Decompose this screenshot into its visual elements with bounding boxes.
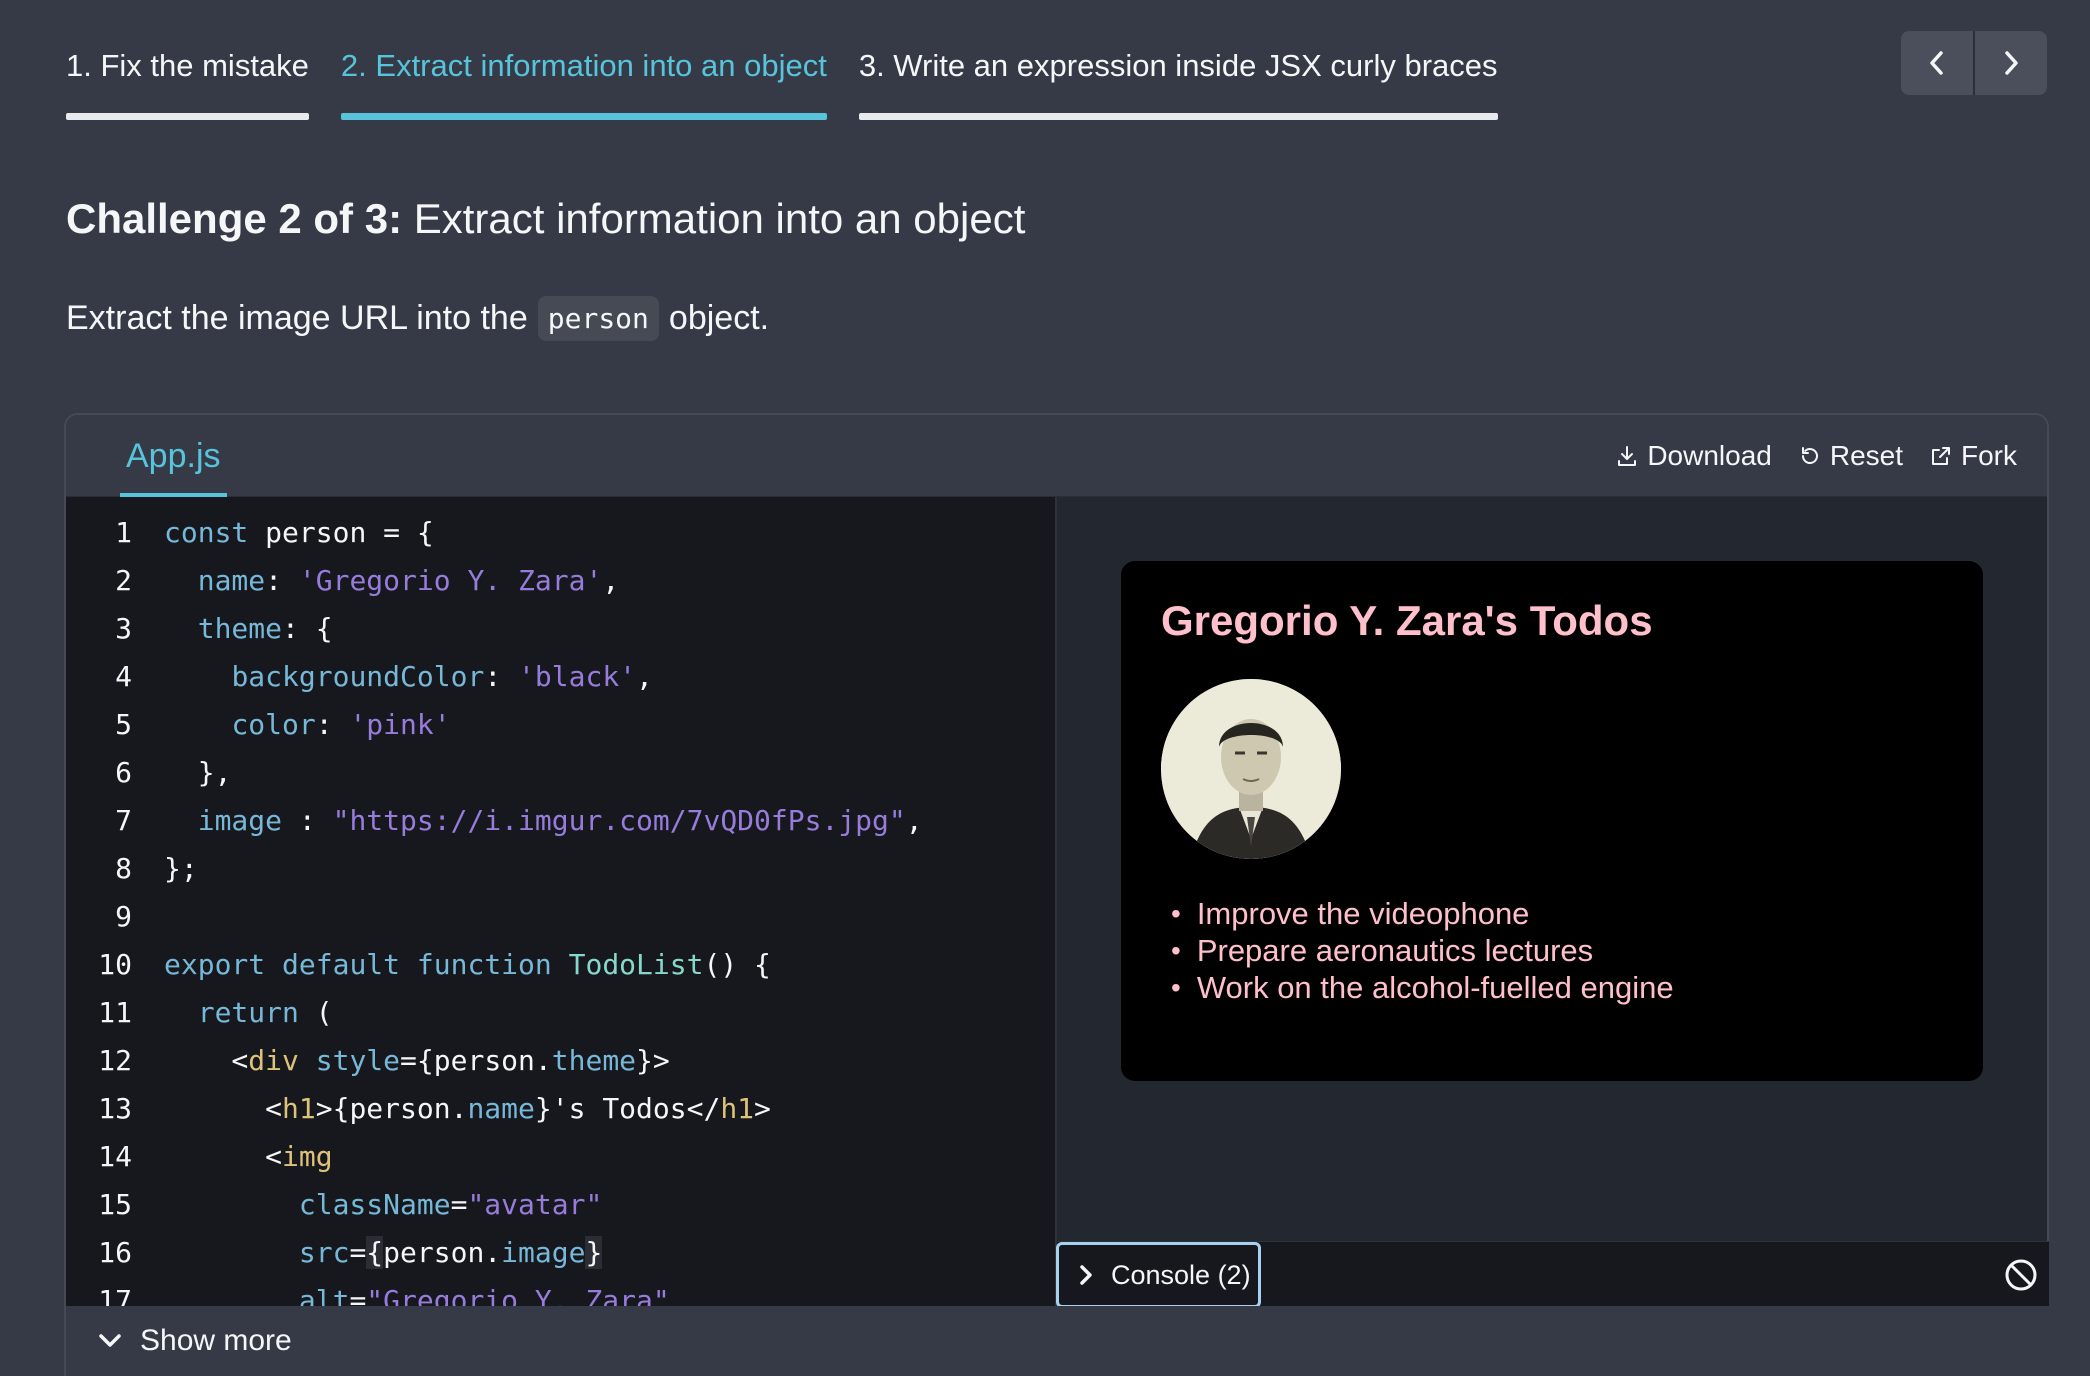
reset-icon <box>1801 447 1818 464</box>
code-line: 16 src={person.image} <box>98 1236 603 1269</box>
chevron-left-icon <box>1930 51 1943 75</box>
code-line: 11 return ( <box>98 996 333 1029</box>
challenge-title: Challenge 2 of 3: Extract information in… <box>66 195 1025 243</box>
reset-label: Reset <box>1829 440 1903 471</box>
code-line: 9 <box>115 900 132 933</box>
chevron-right-icon <box>2005 51 2018 75</box>
code-line: 6 }, <box>115 756 232 789</box>
code-line: 5 color: 'pink' <box>115 708 451 741</box>
preview-title: Gregorio Y. Zara's Todos <box>1161 597 1653 644</box>
download-button[interactable]: Download <box>1615 440 1772 472</box>
code-line: 8}; <box>115 852 198 885</box>
code-line: 2 name: 'Gregorio Y. Zara', <box>115 564 620 597</box>
preview-output: Gregorio Y. Zara's Todos • Improve the v… <box>1121 561 1983 1081</box>
sandbox-actions: Download Reset Fork <box>1615 415 2017 497</box>
list-item: Improve the videophone <box>1161 895 1943 932</box>
code-line: 14 <img <box>98 1140 333 1173</box>
sandbox-header: App.js Download Reset Fork <box>66 415 2047 497</box>
fork-button[interactable]: Fork <box>1929 440 2017 472</box>
reset-button[interactable]: Reset <box>1798 440 1903 472</box>
console-label: Console (2) <box>1111 1259 1251 1290</box>
list-item: Work on the alcohol-fuelled engine <box>1161 969 1943 1006</box>
tab-fix-the-mistake[interactable]: 1. Fix the mistake <box>66 0 309 122</box>
sandbox-body: 1 const person = { 2 name: 'Gregorio Y. Z… <box>66 497 2047 1307</box>
code-line: 7 image : "https://i.imgur.com/7vQD0fPs.… <box>115 804 923 837</box>
desc-text-before: Extract the image URL into the <box>66 299 528 337</box>
previous-challenge-button[interactable] <box>1901 31 1973 95</box>
code-line: 3 theme: { <box>115 612 333 645</box>
chevron-down-icon <box>99 1334 121 1347</box>
code-editor[interactable]: 1 const person = { 2 name: 'Gregorio Y. Z… <box>66 497 1057 1307</box>
show-more-label: Show more <box>140 1324 292 1357</box>
challenge-prefix: Challenge 2 of 3: <box>66 195 403 242</box>
desc-text-after: object. <box>668 299 770 337</box>
list-item: Prepare aeronautics lectures <box>1161 932 1943 969</box>
fork-label: Fork <box>1961 440 2017 471</box>
code-line: 10 export default function TodoList() { <box>98 948 771 981</box>
tab-extract-information[interactable]: 2. Extract information into an object <box>340 0 827 122</box>
download-icon <box>1618 446 1637 466</box>
preview-pane: Gregorio Y. Zara's Todos • Improve the v… <box>1057 497 2047 1307</box>
tab-write-expression[interactable]: 3. Write an expression inside JSX curly … <box>858 0 1498 122</box>
portrait-image <box>1161 679 1341 859</box>
external-link-icon <box>1932 447 1950 465</box>
avatar <box>1161 679 1341 859</box>
inline-code: person <box>537 296 659 341</box>
show-more-button[interactable]: Show more <box>66 1306 2049 1376</box>
next-challenge-button[interactable] <box>1973 31 2047 95</box>
code-line: 1 const person = { <box>115 516 434 549</box>
challenge-tabs: 1. Fix the mistake 2. Extract informatio… <box>66 0 1498 122</box>
download-label: Download <box>1647 440 1772 471</box>
code-line: 13 <h1>{person.name}'s Todos</h1> <box>98 1092 771 1125</box>
challenge-nav <box>1901 31 2047 95</box>
challenge-description: Extract the image URL into the person ob… <box>66 296 769 341</box>
file-tab-app-js[interactable]: App.js <box>120 415 227 497</box>
console-toggle-button[interactable]: Console (2) <box>1056 1242 1261 1308</box>
code-line: 12 <div style={person.theme}> <box>98 1044 670 1077</box>
code-sandbox: App.js Download Reset Fork 1 const person… <box>64 413 2049 1376</box>
code-line: 17 alt="Gregorio Y. Zara" <box>98 1284 670 1307</box>
clear-console-icon[interactable] <box>2003 1257 2039 1293</box>
challenge-title-text: Extract information into an object <box>413 195 1026 242</box>
code-line: 4 backgroundColor: 'black', <box>115 660 653 693</box>
code-line: 15 className="avatar" <box>98 1188 603 1221</box>
todo-list: Improve the videophone Prepare aeronauti… <box>1161 895 1943 1006</box>
chevron-right-icon <box>1080 1265 1092 1285</box>
